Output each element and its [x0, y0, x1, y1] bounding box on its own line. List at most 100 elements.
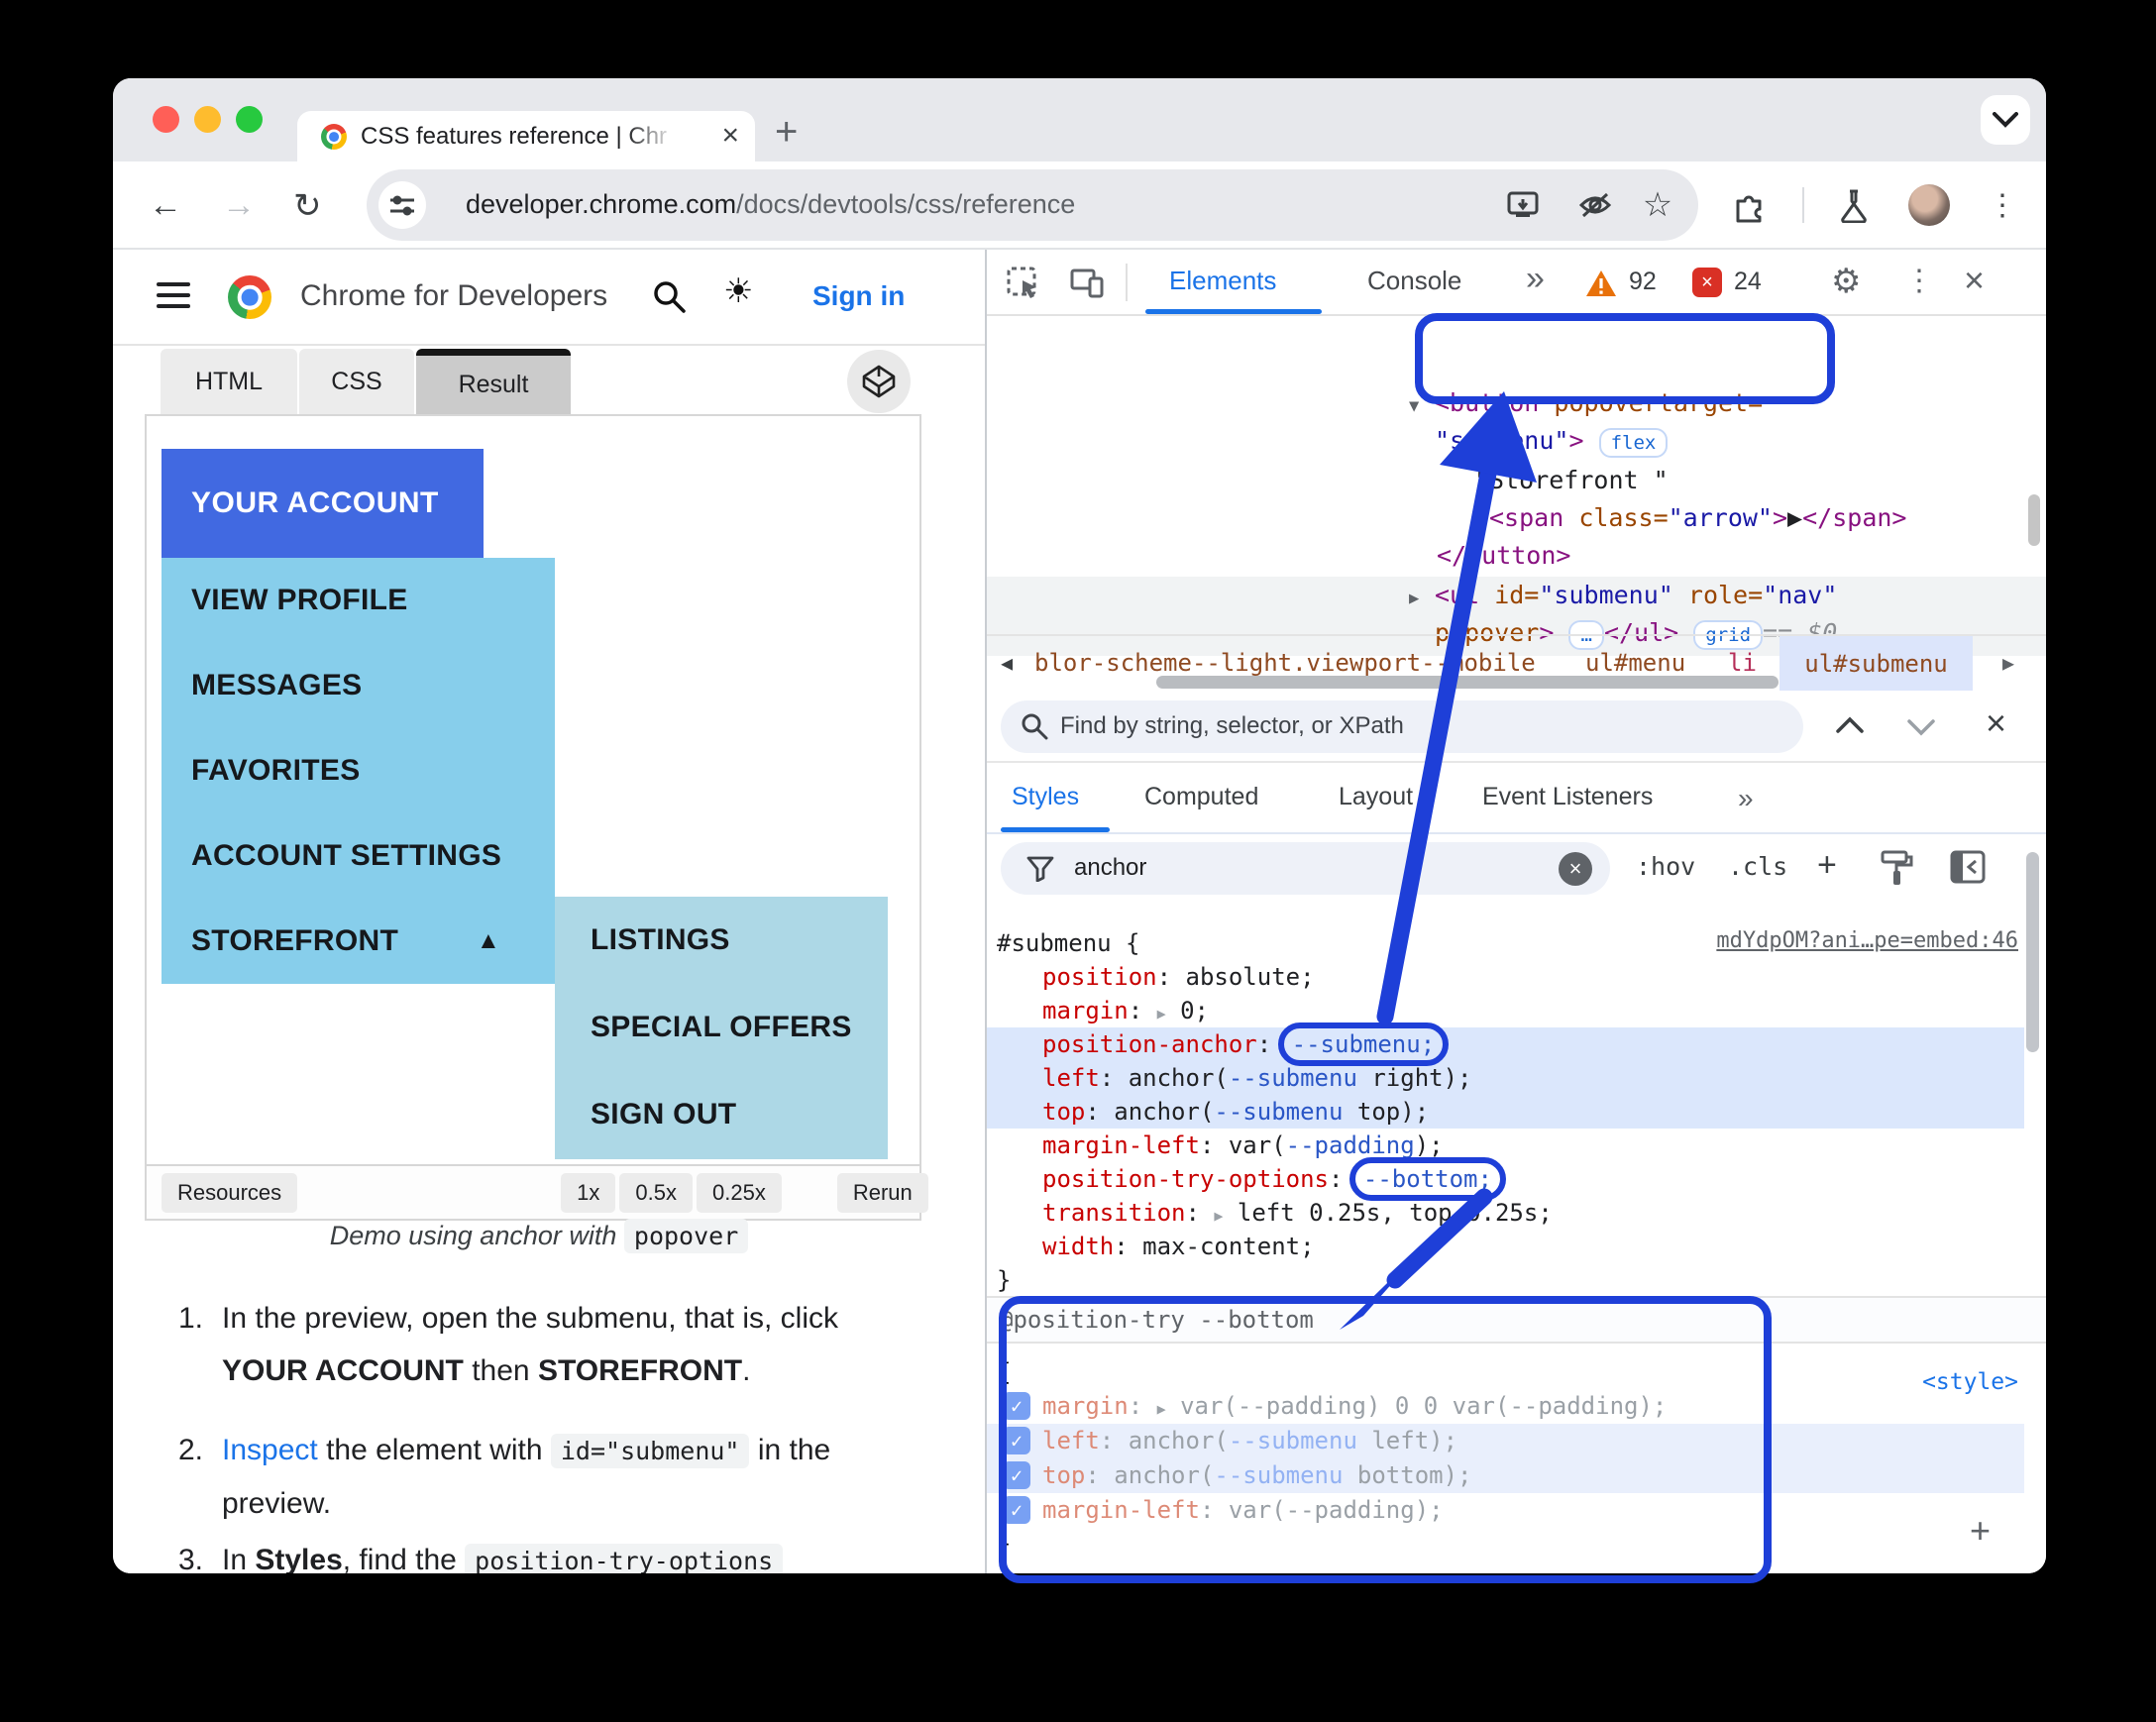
- css-prop-position[interactable]: position: absolute;: [987, 960, 2016, 994]
- address-bar[interactable]: developer.chrome.com/docs/devtools/css/r…: [367, 169, 1698, 241]
- styles-filter-field[interactable]: anchor ×: [1001, 842, 1610, 895]
- dom-line-ul-open[interactable]: ▶ <ul id="submenu" role="nav": [987, 577, 2046, 614]
- breadcrumb-prev-icon[interactable]: ◀: [1001, 651, 1013, 675]
- your-account-button[interactable]: YOUR ACCOUNT: [162, 449, 484, 558]
- menu-item-view-profile[interactable]: VIEW PROFILE: [162, 558, 555, 643]
- theme-toggle-sun-icon[interactable]: ☀: [723, 271, 753, 311]
- paint-roller-icon[interactable]: [1879, 850, 1914, 888]
- back-button[interactable]: ←: [149, 161, 182, 250]
- find-next-icon[interactable]: [1906, 718, 1936, 736]
- error-count[interactable]: 24: [1734, 268, 1762, 296]
- reload-button[interactable]: ↻: [293, 161, 322, 250]
- menu-item-messages[interactable]: MESSAGES: [162, 643, 555, 728]
- find-input[interactable]: [1060, 708, 1754, 744]
- position-anchor-value-annotated[interactable]: --submenu;: [1277, 1022, 1450, 1066]
- flex-badge[interactable]: flex: [1598, 428, 1669, 458]
- submenu-item-special-offers[interactable]: SPECIAL OFFERS: [555, 984, 888, 1071]
- css-prop-left[interactable]: left: anchor(--submenu right);: [987, 1061, 2016, 1095]
- tab-layout[interactable]: Layout: [1339, 783, 1413, 811]
- css-prop-width[interactable]: width: max-content;: [987, 1230, 2016, 1263]
- tab-styles[interactable]: Styles: [1012, 783, 1079, 811]
- dom-line-button-attr[interactable]: "submenu"> flex: [987, 422, 2046, 460]
- rerun-button[interactable]: Rerun: [836, 1172, 928, 1213]
- browser-tab[interactable]: CSS features reference | Chr ×: [297, 111, 755, 161]
- tab-css[interactable]: CSS: [299, 349, 414, 414]
- close-devtools-icon[interactable]: ×: [1964, 260, 1985, 301]
- breadcrumb-next-icon[interactable]: ▶: [2002, 651, 2014, 675]
- style-tag-link[interactable]: <style>: [1922, 1369, 2018, 1395]
- new-style-rule-plus-icon[interactable]: +: [1817, 846, 1837, 885]
- css-prop-margin-left[interactable]: margin-left: var(--padding);: [987, 1129, 2016, 1162]
- device-toolbar-icon[interactable]: [1070, 267, 1104, 300]
- submenu-item-sign-out[interactable]: SIGN OUT: [555, 1071, 888, 1158]
- inspect-link[interactable]: Inspect: [222, 1434, 318, 1466]
- breadcrumb-ul-submenu-selected[interactable]: ul#submenu: [1779, 636, 1973, 691]
- expand-arrow-icon[interactable]: ▶: [1409, 580, 1435, 617]
- filter-clear-icon[interactable]: ×: [1559, 852, 1592, 886]
- tab-result[interactable]: Result: [416, 349, 571, 414]
- extensions-puzzle-icon[interactable]: [1732, 161, 1766, 250]
- search-icon[interactable]: [652, 279, 686, 313]
- devtools-menu-kebab-icon[interactable]: ⋮: [1904, 264, 1934, 298]
- breadcrumb-item[interactable]: blor-scheme--light.viewport--mobile: [1034, 649, 1536, 677]
- dom-line-button-close[interactable]: </button>: [987, 537, 2046, 575]
- settings-gear-icon[interactable]: ⚙: [1831, 262, 1861, 301]
- inspect-element-icon[interactable]: [1007, 267, 1040, 300]
- breadcrumb-ul-menu[interactable]: ul#menu: [1585, 649, 1685, 677]
- toggle-hov[interactable]: :hov: [1636, 852, 1695, 881]
- scale-1x-button[interactable]: 1x: [561, 1172, 616, 1213]
- breadcrumb-li[interactable]: li: [1728, 649, 1757, 677]
- forward-button[interactable]: →: [222, 161, 256, 250]
- tab-search-chevron-button[interactable]: [1981, 95, 2030, 145]
- expand-shorthand-icon[interactable]: ▶: [1157, 1005, 1166, 1022]
- new-tab-button[interactable]: +: [775, 110, 798, 155]
- dom-line-text-storefront[interactable]: "Storefront ": [987, 462, 2046, 499]
- add-rule-plus-icon[interactable]: +: [1970, 1510, 1991, 1552]
- find-input-field[interactable]: [1001, 700, 1803, 753]
- css-prop-transition[interactable]: transition: ▶ left 0.25s, top 0.25s;: [987, 1196, 2016, 1230]
- css-prop-top[interactable]: top: anchor(--submenu top);: [987, 1095, 2016, 1129]
- css-prop-position-anchor[interactable]: position-anchor: --submenu;: [987, 1022, 2016, 1066]
- site-settings-icon[interactable]: [378, 181, 426, 229]
- browser-menu-kebab-icon[interactable]: ⋮: [1988, 161, 2017, 250]
- profile-avatar[interactable]: [1908, 184, 1950, 226]
- more-panels-icon[interactable]: »: [1738, 783, 1754, 814]
- resources-button[interactable]: Resources: [162, 1172, 298, 1213]
- stylesheet-source-link[interactable]: mdYdpOM?ani…pe=embed:46: [1716, 928, 2018, 953]
- toggle-cls[interactable]: .cls: [1728, 852, 1787, 881]
- menu-item-account-settings[interactable]: ACCOUNT SETTINGS: [162, 813, 555, 899]
- traffic-light-minimize[interactable]: [194, 106, 221, 133]
- codepen-icon[interactable]: [847, 350, 911, 413]
- screencast-icon[interactable]: [1501, 183, 1545, 227]
- css-prop-position-try-options[interactable]: position-try-options: --bottom;: [987, 1157, 2016, 1201]
- bookmark-star-icon[interactable]: ☆: [1636, 183, 1679, 227]
- dom-line-span-arrow[interactable]: <span class="arrow">▶</span>: [987, 499, 2046, 537]
- dom-vertical-scrollbar[interactable]: [2028, 494, 2040, 546]
- position-try-value-annotated[interactable]: --bottom;: [1348, 1157, 1506, 1201]
- css-prop-margin[interactable]: margin: ▶ 0;: [987, 994, 2016, 1027]
- tab-close-icon[interactable]: ×: [721, 119, 739, 153]
- menu-item-storefront[interactable]: STOREFRONT ▲: [162, 899, 555, 984]
- warning-icon[interactable]: [1585, 269, 1617, 297]
- styles-vertical-scrollbar[interactable]: [2026, 852, 2039, 1052]
- error-icon[interactable]: ×: [1692, 268, 1722, 297]
- traffic-light-close[interactable]: [153, 106, 179, 133]
- tab-html[interactable]: HTML: [161, 349, 297, 414]
- flask-icon[interactable]: [1839, 161, 1869, 250]
- sign-in-link[interactable]: Sign in: [812, 280, 905, 312]
- panel-layout-toggle-icon[interactable]: [1950, 850, 1986, 884]
- site-brand[interactable]: Chrome for Developers: [300, 279, 607, 313]
- tab-elements[interactable]: Elements: [1169, 266, 1276, 296]
- warning-count[interactable]: 92: [1629, 268, 1657, 296]
- scale-05x-button[interactable]: 0.5x: [619, 1172, 693, 1213]
- eye-off-icon[interactable]: [1573, 183, 1617, 227]
- traffic-light-zoom[interactable]: [236, 106, 263, 133]
- menu-item-favorites[interactable]: FAVORITES: [162, 728, 555, 813]
- submenu-item-listings[interactable]: LISTINGS: [555, 897, 888, 984]
- find-prev-icon[interactable]: [1835, 716, 1865, 734]
- tab-event-listeners[interactable]: Event Listeners: [1482, 783, 1653, 811]
- hamburger-menu-icon[interactable]: [157, 282, 190, 308]
- tab-computed[interactable]: Computed: [1144, 783, 1258, 811]
- scale-025x-button[interactable]: 0.25x: [697, 1172, 782, 1213]
- find-close-icon[interactable]: ×: [1986, 702, 2006, 744]
